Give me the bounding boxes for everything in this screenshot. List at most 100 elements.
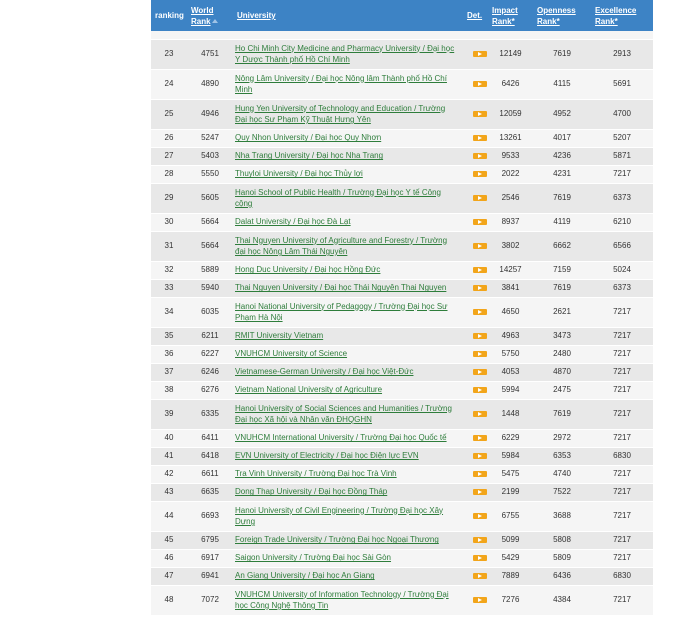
university-link[interactable]: Dong Thap University / Đại học Đồng Tháp — [235, 487, 387, 496]
table-row: 33 5940 Thai Nguyen University / Đại học… — [151, 279, 653, 297]
details-arrow-icon[interactable] — [473, 135, 487, 142]
university-link[interactable]: Hanoi University of Civil Engineering / … — [235, 506, 443, 527]
university-link[interactable]: Quy Nhon University / Đại học Quy Nhơn — [235, 133, 381, 142]
header-impact[interactable]: Impact Rank* — [488, 0, 533, 31]
header-det[interactable]: Det. — [463, 0, 488, 31]
details-arrow-icon[interactable] — [473, 597, 487, 604]
cell-details — [463, 99, 488, 129]
university-link[interactable]: Tra Vinh University / Trường Đại học Trà… — [235, 469, 397, 478]
university-link[interactable]: Thai Nguyen University / Đại học Thái Ng… — [235, 283, 446, 292]
details-arrow-icon[interactable] — [473, 171, 487, 178]
university-link[interactable]: Hanoi School of Public Health / Trường Đ… — [235, 188, 441, 209]
details-arrow-icon[interactable] — [473, 537, 487, 544]
cell-details — [463, 531, 488, 549]
details-arrow-icon[interactable] — [473, 333, 487, 340]
impact-sort-link[interactable]: Impact Rank* — [492, 6, 518, 26]
details-arrow-icon[interactable] — [473, 195, 487, 202]
cell-impact-rank: 4650 — [501, 307, 520, 317]
cell-openness-rank: 6353 — [553, 451, 571, 461]
cell-excellence-rank: 7217 — [613, 385, 631, 395]
details-arrow-icon[interactable] — [473, 219, 487, 226]
details-arrow-icon[interactable] — [473, 513, 487, 520]
university-link[interactable]: Saigon University / Trường Đại học Sài G… — [235, 553, 391, 562]
university-link[interactable]: VNUHCM University of Science — [235, 349, 347, 358]
header-openness[interactable]: Openness Rank* — [533, 0, 591, 31]
excellence-sort-link[interactable]: Excellence Rank* — [595, 6, 636, 26]
details-arrow-icon[interactable] — [473, 489, 487, 496]
details-arrow-icon[interactable] — [473, 435, 487, 442]
cell-excellence-rank: 4700 — [613, 109, 631, 119]
university-link[interactable]: Hanoi University of Social Sciences and … — [235, 404, 452, 425]
details-arrow-icon[interactable] — [473, 369, 487, 376]
university-link[interactable]: RMIT University Vietnam — [235, 331, 323, 340]
university-link[interactable]: Hung Yen University of Technology and Ed… — [235, 104, 445, 125]
university-link[interactable]: Hanoi National University of Pedagogy / … — [235, 302, 448, 323]
university-link[interactable]: Hong Duc University / Đại học Hồng Đức — [235, 265, 380, 274]
cell-impact-rank: 6755 — [501, 511, 520, 521]
university-link[interactable]: Vietnamese-German University / Đại học V… — [235, 367, 413, 376]
cell-openness-rank: 4017 — [553, 133, 571, 143]
header-world-rank[interactable]: World Rank — [187, 0, 233, 31]
details-arrow-icon[interactable] — [473, 387, 487, 394]
university-link[interactable]: An Giang University / Đại học An Giang — [235, 571, 375, 580]
university-link[interactable]: Ho Chi Minh City Medicine and Pharmacy U… — [235, 44, 454, 65]
cell-ranking: 43 — [164, 487, 174, 497]
details-arrow-icon[interactable] — [473, 471, 487, 478]
cell-university: Ho Chi Minh City Medicine and Pharmacy U… — [233, 39, 463, 69]
cell-ranking: 48 — [164, 595, 174, 605]
header-university[interactable]: University — [233, 0, 463, 31]
details-arrow-icon[interactable] — [473, 411, 487, 418]
details-arrow-icon[interactable] — [473, 111, 487, 118]
world-rank-sort-link[interactable]: World Rank — [191, 6, 214, 26]
details-arrow-icon[interactable] — [473, 51, 487, 58]
cell-world-rank: 4890 — [201, 79, 219, 89]
cell-ranking: 27 — [164, 151, 174, 161]
cell-world-rank: 5664 — [201, 241, 219, 251]
cell-openness-rank: 7619 — [553, 409, 571, 419]
cell-ranking: 39 — [164, 409, 174, 419]
det-sort-link[interactable]: Det. — [467, 11, 482, 20]
openness-sort-link[interactable]: Openness Rank* — [537, 6, 576, 26]
university-link[interactable]: Nha Trang University / Đại học Nha Trang — [235, 151, 383, 160]
details-arrow-icon[interactable] — [473, 573, 487, 580]
cell-world-rank: 6035 — [201, 307, 219, 317]
header-excellence[interactable]: Excellence Rank* — [591, 0, 653, 31]
details-arrow-icon[interactable] — [473, 81, 487, 88]
cell-impact-rank: 2022 — [501, 169, 520, 179]
cell-ranking: 47 — [164, 571, 174, 581]
cell-excellence-rank: 6830 — [613, 451, 631, 461]
university-link[interactable]: EVN University of Electricity / Đại học … — [235, 451, 419, 460]
cell-details — [463, 39, 488, 69]
university-link[interactable]: Thai Nguyen University of Agriculture an… — [235, 236, 447, 257]
details-arrow-icon[interactable] — [473, 453, 487, 460]
university-sort-link[interactable]: University — [237, 11, 276, 20]
table-row: 44 6693 Hanoi University of Civil Engine… — [151, 501, 653, 531]
cell-details — [463, 147, 488, 165]
cell-world-rank: 5664 — [201, 217, 219, 227]
cell-openness-rank: 5809 — [553, 553, 571, 563]
cell-details — [463, 549, 488, 567]
cell-impact-rank: 12149 — [499, 49, 522, 59]
details-arrow-icon[interactable] — [473, 153, 487, 160]
details-arrow-icon[interactable] — [473, 351, 487, 358]
cell-details — [463, 585, 488, 615]
details-arrow-icon[interactable] — [473, 285, 487, 292]
table-row: 47 6941 An Giang University / Đại học An… — [151, 567, 653, 585]
cell-ranking: 31 — [164, 241, 174, 251]
university-link[interactable]: VNUHCM International University / Trường… — [235, 433, 447, 442]
cell-ranking: 24 — [164, 79, 174, 89]
university-link[interactable]: Nông Lâm University / Đại học Nông lâm T… — [235, 74, 447, 95]
university-link[interactable]: Dalat University / Đại học Đà Lạt — [235, 217, 351, 226]
university-link[interactable]: Thuyloi University / Đại học Thủy lợi — [235, 169, 363, 178]
details-arrow-icon[interactable] — [473, 309, 487, 316]
university-link[interactable]: VNUHCM University of Information Technol… — [235, 590, 449, 611]
university-link[interactable]: Foreign Trade University / Trường Đại họ… — [235, 535, 439, 544]
cell-impact-rank: 1448 — [501, 409, 520, 419]
university-link[interactable]: Vietnam National University of Agricultu… — [235, 385, 382, 394]
cell-excellence-rank: 7217 — [613, 349, 631, 359]
cell-excellence-rank: 6210 — [613, 217, 631, 227]
cell-excellence-rank: 5691 — [613, 79, 631, 89]
details-arrow-icon[interactable] — [473, 267, 487, 274]
details-arrow-icon[interactable] — [473, 555, 487, 562]
details-arrow-icon[interactable] — [473, 243, 487, 250]
